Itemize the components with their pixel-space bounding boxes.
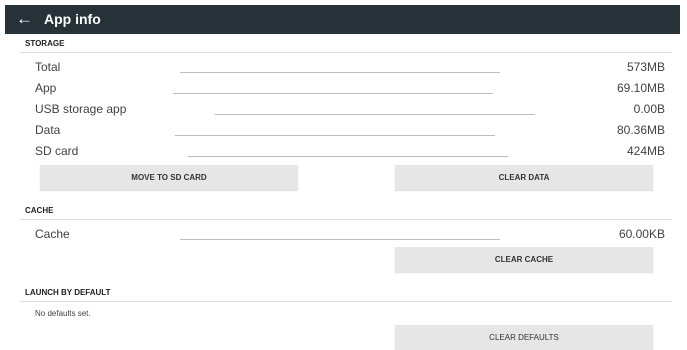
cache-value: 60.00KB — [618, 227, 665, 241]
storage-usb-leader — [215, 114, 535, 115]
storage-usb-label: USB storage app — [35, 102, 127, 116]
move-to-sd-card-button[interactable]: MOVE TO SD CARD — [40, 165, 298, 190]
cache-label: Cache — [35, 227, 70, 241]
storage-section-header: STORAGE — [25, 39, 65, 48]
launch-section-header: LAUNCH BY DEFAULT — [25, 288, 111, 297]
no-defaults-note: No defaults set. — [35, 309, 91, 318]
storage-divider — [20, 52, 672, 53]
storage-app-label: App — [35, 81, 57, 95]
top-app-bar: ← App info — [5, 5, 680, 34]
storage-sdcard-leader — [188, 156, 508, 157]
storage-total-leader — [180, 72, 500, 73]
launch-divider — [20, 301, 672, 302]
clear-cache-button[interactable]: CLEAR CACHE — [395, 247, 653, 272]
storage-data-leader — [175, 135, 495, 136]
clear-data-button[interactable]: CLEAR DATA — [395, 165, 653, 190]
page-title: App info — [44, 11, 101, 27]
storage-usb-value: 0.00B — [633, 102, 665, 116]
cache-section-header: CACHE — [25, 206, 54, 215]
storage-data-label: Data — [35, 123, 61, 137]
storage-total-label: Total — [35, 60, 61, 74]
back-arrow-icon[interactable]: ← — [16, 9, 33, 29]
storage-total-value: 573MB — [626, 60, 665, 74]
cache-divider — [20, 219, 672, 220]
storage-sdcard-label: SD card — [35, 144, 79, 158]
app-info-screen: ← App info STORAGE Total 573MB App 69.10… — [5, 5, 680, 350]
storage-sdcard-value: 424MB — [626, 144, 665, 158]
cache-leader — [180, 239, 500, 240]
clear-defaults-button[interactable]: CLEAR DEFAULTS — [395, 325, 653, 350]
storage-app-value: 69.10MB — [616, 81, 665, 95]
storage-app-leader — [173, 93, 493, 94]
storage-data-value: 80.36MB — [616, 123, 665, 137]
